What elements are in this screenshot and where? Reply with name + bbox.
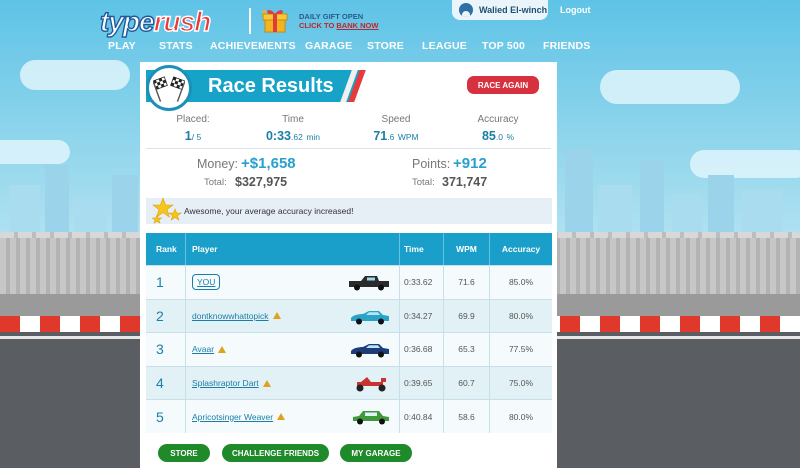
- stat-time: Time 0:33.62 min: [265, 114, 321, 143]
- nav-store[interactable]: STORE: [367, 40, 404, 52]
- logout-link[interactable]: Logout: [560, 5, 591, 15]
- main-nav: PLAY STATS ACHIEVEMENTS GARAGE STORE LEA…: [0, 40, 800, 54]
- player-name-link[interactable]: Apricotsinger Weaver: [192, 412, 273, 422]
- page-title: Race Results: [208, 75, 334, 97]
- points-label: Points:: [412, 157, 451, 171]
- accuracy-value: 80.0%: [508, 411, 534, 422]
- table-row: 4 Splashraptor Dart 0:39.65 60.7 75.0%: [146, 365, 552, 400]
- rank-number: 5: [156, 408, 164, 425]
- accuracy-value: 80.0%: [508, 310, 534, 321]
- gift-icon[interactable]: [262, 7, 288, 33]
- accuracy-notice: Awesome, your average accuracy increased…: [146, 197, 552, 224]
- nav-top500[interactable]: TOP 500: [482, 40, 525, 52]
- points-total: 371,747: [442, 175, 488, 189]
- table-row: 2 dontknowwhattopick 0:34.27 69.9 80.0%: [146, 298, 552, 333]
- car-icon: [351, 376, 391, 397]
- player-name-link[interactable]: dontknowwhattopick: [192, 311, 269, 321]
- user-menu[interactable]: Walied El-winch: [452, 0, 548, 20]
- results-table: Rank Player Time WPM Accuracy 1 YOU 0:33…: [146, 233, 552, 433]
- money-total: $327,975: [235, 175, 288, 189]
- stat-placed: Placed: 1/ 5: [176, 114, 210, 143]
- race-time: 0:40.84: [404, 411, 433, 422]
- accuracy-value: 75.0%: [508, 378, 534, 389]
- checkered-flags-icon: [146, 65, 192, 111]
- header-player: Player: [186, 233, 400, 265]
- warning-icon: [262, 379, 271, 387]
- race-time: 0:33.62: [404, 277, 433, 288]
- table-row: 5 Apricotsinger Weaver 0:40.84 58.6 80.0…: [146, 399, 552, 433]
- wpm-value: 65.3: [458, 344, 475, 355]
- warning-icon: [272, 312, 281, 320]
- user-icon: [459, 3, 473, 17]
- challenge-friends-button[interactable]: CHALLENGE FRIENDS: [222, 444, 329, 462]
- typerush-logo[interactable]: typerush: [99, 5, 212, 37]
- race-time: 0:36.68: [404, 344, 433, 355]
- wpm-value: 60.7: [458, 378, 475, 389]
- daily-gift-text[interactable]: DAILY GIFT OPEN CLICK TO BANK NOW: [299, 12, 378, 30]
- nav-play[interactable]: PLAY: [108, 40, 136, 52]
- header-time: Time: [400, 233, 444, 265]
- money-total-label: Total:: [204, 177, 227, 188]
- car-icon: [351, 409, 391, 430]
- car-icon: [347, 275, 391, 296]
- nav-achievements[interactable]: ACHIEVEMENTS: [210, 40, 296, 52]
- money-label: Money:: [197, 157, 238, 171]
- race-again-button[interactable]: RACE AGAIN: [467, 76, 539, 94]
- race-time: 0:39.65: [404, 378, 433, 389]
- user-name: Walied El-winch: [479, 5, 548, 15]
- race-results-panel: Race Results RACE AGAIN Placed: 1/ 5 Tim…: [140, 62, 557, 468]
- points-total-label: Total:: [412, 177, 435, 188]
- race-time: 0:34.27: [404, 310, 433, 321]
- warning-icon: [218, 345, 227, 353]
- wpm-value: 58.6: [458, 411, 475, 422]
- wpm-value: 69.9: [458, 310, 475, 321]
- notice-text: Awesome, your average accuracy increased…: [184, 206, 354, 216]
- accuracy-value: 77.5%: [508, 344, 534, 355]
- nav-league[interactable]: LEAGUE: [422, 40, 467, 52]
- stat-speed: Speed 71.6 WPM: [373, 114, 419, 143]
- player-name-link[interactable]: YOU: [192, 274, 221, 291]
- nav-friends[interactable]: FRIENDS: [543, 40, 591, 52]
- divider: [146, 148, 551, 149]
- player-name-link[interactable]: Splashraptor Dart: [192, 378, 259, 388]
- stat-accuracy: Accuracy 85.0 %: [477, 114, 519, 143]
- nav-garage[interactable]: GARAGE: [305, 40, 352, 52]
- car-icon: [349, 342, 391, 363]
- rank-number: 3: [156, 341, 164, 358]
- table-row: 1 YOU 0:33.62 71.6 85.0%: [146, 265, 552, 299]
- store-button[interactable]: STORE: [158, 444, 210, 462]
- rank-number: 4: [156, 375, 164, 392]
- player-name-link[interactable]: Avaar: [192, 344, 214, 354]
- stars-icon: [151, 197, 182, 224]
- rank-number: 2: [156, 307, 164, 324]
- accuracy-value: 85.0%: [508, 277, 534, 288]
- points-earned: +912: [453, 155, 487, 172]
- car-icon: [349, 309, 391, 330]
- nav-stats[interactable]: STATS: [159, 40, 193, 52]
- header-wpm: WPM: [444, 233, 490, 265]
- header-accuracy: Accuracy: [501, 244, 541, 254]
- my-garage-button[interactable]: MY GARAGE: [340, 444, 412, 462]
- table-header: Rank Player Time WPM Accuracy: [146, 233, 552, 265]
- header-rank: Rank: [146, 233, 186, 265]
- warning-icon: [277, 413, 286, 421]
- table-row: 3 Avaar 0:36.68 65.3 77.5%: [146, 332, 552, 366]
- rank-number: 1: [156, 274, 164, 291]
- wpm-value: 71.6: [458, 277, 475, 288]
- money-earned: +$1,658: [241, 155, 296, 172]
- header-divider: [249, 8, 251, 34]
